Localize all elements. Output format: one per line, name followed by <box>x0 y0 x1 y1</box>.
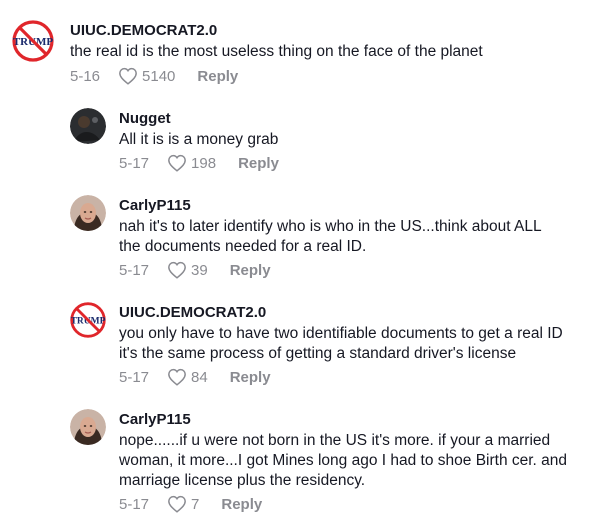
dark-photo-avatar <box>70 108 106 144</box>
comment-username[interactable]: CarlyP115 <box>119 197 191 214</box>
reply-button[interactable]: Reply <box>221 496 262 513</box>
comment-date: 5-16 <box>70 67 101 85</box>
reply-button[interactable]: Reply <box>238 155 279 172</box>
heart-icon <box>168 154 186 172</box>
like-button[interactable]: 39 <box>167 261 208 279</box>
like-count: 7 <box>191 495 200 513</box>
comment-meta: 5-17 39 Reply <box>119 261 271 279</box>
like-count: 198 <box>191 154 217 172</box>
comment-username[interactable]: CarlyP115 <box>119 411 191 428</box>
like-count: 84 <box>191 368 208 386</box>
no-trump-icon: TRUMP <box>12 20 54 62</box>
comment-username[interactable]: UIUC.DEMOCRAT2.0 <box>119 304 266 321</box>
reply-button[interactable]: Reply <box>230 262 271 279</box>
avatar[interactable] <box>70 108 106 144</box>
comment-date: 5-17 <box>119 495 150 513</box>
selfie-avatar <box>70 195 106 231</box>
like-count: 39 <box>191 261 208 279</box>
comment-meta: 5-17 7 Reply <box>119 495 262 513</box>
comment-meta: 5-17 84 Reply <box>119 368 271 386</box>
comment-username[interactable]: Nugget <box>119 110 171 127</box>
avatar[interactable]: TRUMP <box>70 302 106 338</box>
comment-date: 5-17 <box>119 261 150 279</box>
comment-text: woman, it more...I got Mines long ago I … <box>119 452 568 469</box>
reply-button[interactable]: Reply <box>230 369 271 386</box>
comment-text: the documents needed for a real ID. <box>119 238 367 255</box>
like-button[interactable]: 198 <box>167 154 216 172</box>
comment-text: the real id is the most useless thing on… <box>70 43 483 60</box>
comment-text: it's the same process of getting a stand… <box>119 345 517 362</box>
avatar[interactable]: TRUMP <box>12 20 54 62</box>
comment-date: 5-17 <box>119 154 150 172</box>
comment-text: nah it's to later identify who is who in… <box>119 218 542 235</box>
comment-meta: 5-17 198 Reply <box>119 154 279 172</box>
heart-icon <box>168 495 186 513</box>
no-trump-icon: TRUMP <box>70 302 106 338</box>
comment-text: you only have to have two identifiable d… <box>119 325 563 342</box>
avatar[interactable] <box>70 409 106 445</box>
like-button[interactable]: 84 <box>167 368 208 386</box>
comment-text: All it is is a money grab <box>119 131 279 148</box>
like-count: 5140 <box>142 67 176 85</box>
like-button[interactable]: 5140 <box>118 67 175 85</box>
comment-text: nope......if u were not born in the US i… <box>119 432 551 449</box>
heart-icon <box>168 261 186 279</box>
comment-text: marriage license plus the residency. <box>119 472 366 489</box>
avatar[interactable] <box>70 195 106 231</box>
heart-icon <box>168 368 186 386</box>
reply-button[interactable]: Reply <box>197 68 238 85</box>
selfie-avatar <box>70 409 106 445</box>
like-button[interactable]: 7 <box>167 495 199 513</box>
comment-date: 5-17 <box>119 368 150 386</box>
heart-icon <box>119 67 137 85</box>
comment-username[interactable]: UIUC.DEMOCRAT2.0 <box>70 22 217 39</box>
comment-meta: 5-16 5140 Reply <box>70 67 238 85</box>
